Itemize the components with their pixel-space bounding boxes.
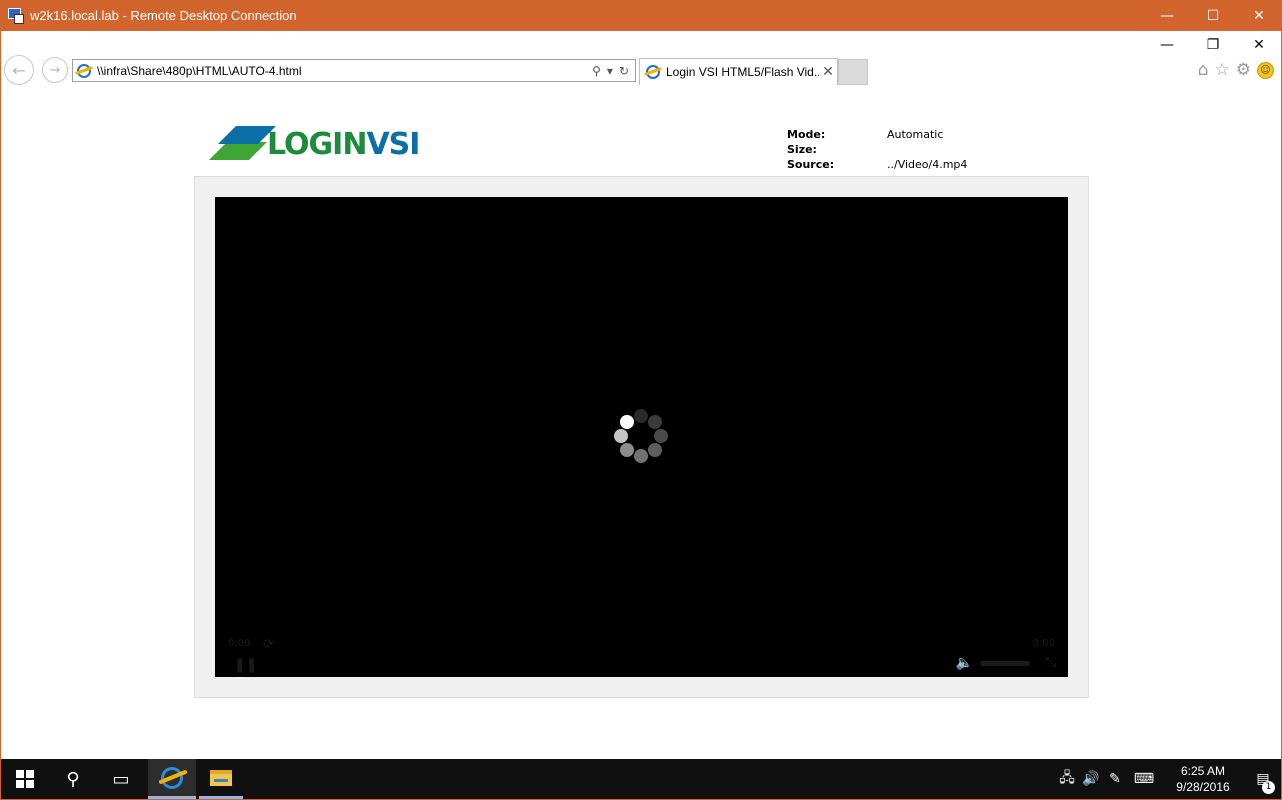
logo-text-vsi: VSI xyxy=(366,126,420,162)
loading-spinner-icon xyxy=(613,409,669,465)
back-arrow-icon: ← xyxy=(12,60,26,80)
clock-time: 6:25 AM xyxy=(1180,764,1226,778)
taskbar-file-explorer[interactable] xyxy=(199,759,243,799)
forward-arrow-icon: → xyxy=(49,62,61,78)
ie-nav-buttons: ← → xyxy=(4,55,68,85)
task-view-button[interactable]: ▭ xyxy=(97,759,145,799)
notification-count-badge: 1 xyxy=(1262,781,1275,794)
info-row-source: Source: ../Video/4.mp4 xyxy=(787,157,967,172)
address-bar[interactable]: \\infra\Share\480p\HTML\AUTO-4.html ⚲ ▾ … xyxy=(72,59,636,82)
start-button[interactable] xyxy=(1,759,49,799)
search-icon[interactable]: ⚲ xyxy=(592,64,601,78)
clock[interactable]: 6:25 AM 9/28/2016 xyxy=(1161,763,1245,795)
current-time: 0:00 xyxy=(228,638,251,649)
rdp-window-title: w2k16.local.lab - Remote Desktop Connect… xyxy=(30,8,297,23)
favorites-star-icon[interactable]: ☆ xyxy=(1215,60,1230,80)
volume-slider[interactable] xyxy=(980,661,1030,666)
folder-icon xyxy=(210,769,232,786)
total-time: 0:00 xyxy=(1032,638,1055,649)
pen-icon[interactable]: ✎ xyxy=(1103,771,1127,787)
logo-mark-icon xyxy=(195,126,276,162)
speaker-icon[interactable]: 🔊 xyxy=(1079,771,1103,787)
task-view-icon: ▭ xyxy=(112,768,130,790)
search-icon: ⚲ xyxy=(66,768,80,790)
info-label: Mode: xyxy=(787,128,826,141)
clock-date: 9/28/2016 xyxy=(1176,780,1230,794)
loop-icon[interactable]: ⟳ xyxy=(263,637,274,652)
rdp-title-bar: w2k16.local.lab - Remote Desktop Connect… xyxy=(0,0,1282,31)
internet-explorer-icon xyxy=(161,766,183,789)
taskbar: ⚲ ▭ 🖧 🔊 ✎ ⌨ 6:25 AM 9/28/2016 ▤ 1 xyxy=(1,759,1281,799)
rdp-close-button[interactable]: ✕ xyxy=(1236,0,1282,31)
logo-text: LOGINVSI xyxy=(267,126,420,162)
address-bar-icons: ⚲ ▾ ↻ xyxy=(592,64,629,78)
address-input[interactable]: \\infra\Share\480p\HTML\AUTO-4.html xyxy=(97,64,592,78)
info-label: Size: xyxy=(787,143,817,156)
volume-icon[interactable]: 🔈 xyxy=(956,655,973,671)
video-info: Mode: Automatic Size: Source: ../Video/4… xyxy=(787,127,967,172)
remote-desktop-icon xyxy=(8,7,24,24)
new-tab-button[interactable] xyxy=(838,59,868,85)
keyboard-icon[interactable]: ⌨ xyxy=(1127,771,1161,787)
forward-button[interactable]: → xyxy=(42,57,68,83)
feedback-smiley-icon[interactable]: ☺ xyxy=(1257,61,1274,79)
back-button[interactable]: ← xyxy=(4,55,34,85)
info-value: ../Video/4.mp4 xyxy=(887,158,968,171)
ie-restore-button[interactable]: ❐ xyxy=(1190,31,1236,59)
refresh-icon[interactable]: ↻ xyxy=(619,64,629,78)
login-vsi-logo: LOGINVSI xyxy=(195,126,420,162)
system-tray: 🖧 🔊 ✎ ⌨ 6:25 AM 9/28/2016 ▤ 1 xyxy=(1055,759,1281,799)
tab-title: Login VSI HTML5/Flash Vid... xyxy=(666,65,819,79)
ie-close-button[interactable]: ✕ xyxy=(1236,31,1282,59)
rdp-window-controls: — ☐ ✕ xyxy=(1144,0,1282,31)
info-row-size: Size: xyxy=(787,142,967,157)
rdp-maximize-button[interactable]: ☐ xyxy=(1190,0,1236,31)
fullscreen-icon[interactable]: ⤡ xyxy=(1046,655,1056,670)
ie-minimize-button[interactable]: — xyxy=(1144,31,1190,59)
video-player[interactable]: 0:00 ⟳ 0:00 ❚❚ 🔈 ⤡ xyxy=(215,197,1068,677)
rdp-minimize-button[interactable]: — xyxy=(1144,0,1190,31)
browser-tab[interactable]: Login VSI HTML5/Flash Vid... ✕ xyxy=(639,58,838,85)
search-button[interactable]: ⚲ xyxy=(49,759,97,799)
player-frame: 0:00 ⟳ 0:00 ❚❚ 🔈 ⤡ xyxy=(194,176,1089,698)
tab-favicon-icon xyxy=(646,65,660,79)
info-label: Source: xyxy=(787,158,835,171)
pause-button[interactable]: ❚❚ xyxy=(234,657,257,673)
info-row-mode: Mode: Automatic xyxy=(787,127,967,142)
gear-icon[interactable]: ⚙ xyxy=(1236,60,1251,80)
tab-close-icon[interactable]: ✕ xyxy=(819,64,837,80)
ie-command-icons: ⌂ ☆ ⚙ ☺ xyxy=(1198,60,1274,80)
info-value: Automatic xyxy=(887,128,944,141)
home-icon[interactable]: ⌂ xyxy=(1198,60,1209,80)
ie-page-icon xyxy=(77,63,91,78)
network-icon[interactable]: 🖧 xyxy=(1055,767,1079,791)
chevron-down-icon[interactable]: ▾ xyxy=(607,64,613,78)
action-center-button[interactable]: ▤ 1 xyxy=(1245,771,1281,794)
logo-text-login: LOGIN xyxy=(267,126,367,162)
windows-logo-icon xyxy=(16,770,34,788)
ie-window-controls: — ❐ ✕ xyxy=(1144,31,1282,59)
taskbar-internet-explorer[interactable] xyxy=(148,759,196,799)
